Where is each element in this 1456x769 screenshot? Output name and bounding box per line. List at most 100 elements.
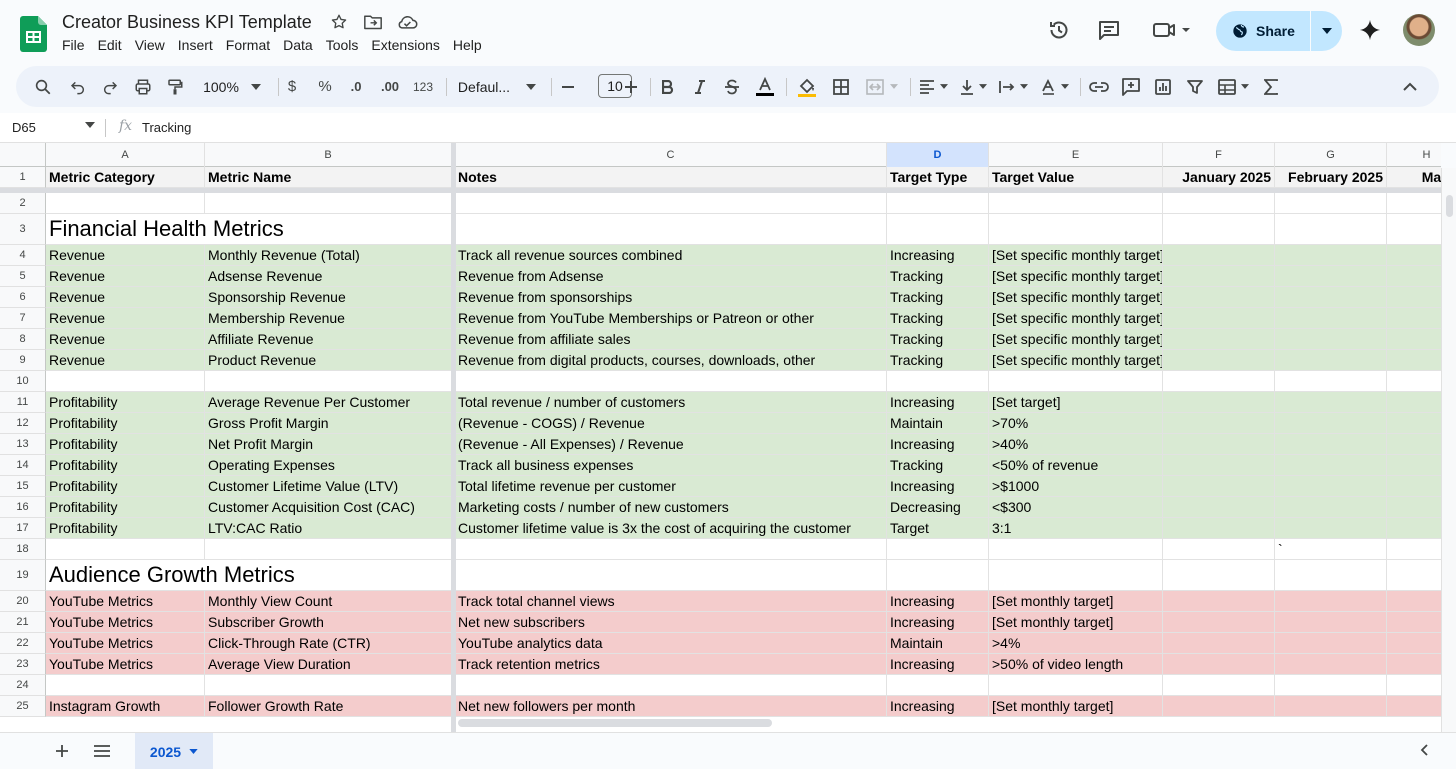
cell[interactable]: Track retention metrics <box>455 654 887 675</box>
cell[interactable]: Customer Acquisition Cost (CAC) <box>205 497 452 518</box>
cell[interactable] <box>46 371 205 392</box>
cell[interactable] <box>1163 591 1275 612</box>
cell[interactable]: <50% of revenue <box>989 455 1163 476</box>
cell[interactable] <box>1275 675 1387 696</box>
italic-icon[interactable] <box>690 66 710 107</box>
header-cell[interactable]: January 2025 <box>1163 167 1275 188</box>
header-cell[interactable]: Metric Category <box>46 167 205 188</box>
formula-input[interactable]: Tracking <box>142 120 191 135</box>
header-cell[interactable]: February 2025 <box>1275 167 1387 188</box>
cell[interactable] <box>1163 371 1275 392</box>
share-button[interactable]: Share <box>1216 11 1342 51</box>
cell[interactable] <box>1387 612 1441 633</box>
row-number[interactable]: 9 <box>0 350 46 371</box>
cell[interactable]: Revenue from digital products, courses, … <box>455 350 887 371</box>
row-number[interactable]: 24 <box>0 675 46 696</box>
cell[interactable]: Total revenue / number of customers <box>455 392 887 413</box>
column-header-f[interactable]: F <box>1163 143 1275 167</box>
cell[interactable]: Average View Duration <box>205 654 452 675</box>
cell[interactable] <box>1275 266 1387 287</box>
bold-icon[interactable] <box>658 66 678 107</box>
increase-decimal-button[interactable]: .00 <box>376 66 404 107</box>
cell[interactable] <box>1387 696 1441 717</box>
cell[interactable]: Tracking <box>887 329 989 350</box>
cell[interactable] <box>1163 696 1275 717</box>
functions-sigma-icon[interactable] <box>1260 66 1282 107</box>
cell[interactable] <box>455 371 887 392</box>
cell[interactable] <box>989 675 1163 696</box>
cell[interactable]: >40% <box>989 434 1163 455</box>
strikethrough-icon[interactable] <box>722 66 742 107</box>
row-number[interactable]: 2 <box>0 193 46 214</box>
cell[interactable] <box>1163 560 1275 591</box>
cell[interactable]: Revenue from Adsense <box>455 266 887 287</box>
cell[interactable]: Track total channel views <box>455 591 887 612</box>
row-number[interactable]: 14 <box>0 455 46 476</box>
document-title[interactable]: Creator Business KPI Template <box>62 12 312 33</box>
cell[interactable] <box>1387 675 1441 696</box>
redo-icon[interactable] <box>97 66 123 107</box>
cell[interactable]: YouTube Metrics <box>46 612 205 633</box>
cell[interactable]: Target <box>887 518 989 539</box>
cell[interactable] <box>455 560 887 591</box>
vertical-scrollbar[interactable] <box>1441 168 1456 732</box>
cell[interactable]: Increasing <box>887 434 989 455</box>
cell[interactable]: ` <box>1275 539 1387 560</box>
increase-font-size-icon[interactable] <box>622 66 640 107</box>
cell[interactable] <box>205 371 452 392</box>
frozen-row-divider[interactable] <box>0 188 1441 193</box>
cell[interactable] <box>1387 350 1441 371</box>
font-family-select[interactable]: Defaul... <box>456 66 538 107</box>
cell[interactable]: Affiliate Revenue <box>205 329 452 350</box>
column-header-e[interactable]: E <box>989 143 1163 167</box>
cell[interactable] <box>1387 193 1441 214</box>
cell[interactable] <box>887 675 989 696</box>
cell[interactable] <box>455 193 887 214</box>
row-number[interactable]: 25 <box>0 696 46 717</box>
cell[interactable] <box>205 675 452 696</box>
cell[interactable]: Revenue <box>46 266 205 287</box>
star-icon[interactable] <box>328 11 350 33</box>
cell[interactable]: Tracking <box>887 455 989 476</box>
header-cell[interactable]: Metric Name <box>205 167 452 188</box>
header-cell[interactable]: March <box>1387 167 1441 188</box>
collapse-menus-chevron-up-icon[interactable] <box>1399 66 1421 107</box>
cell[interactable]: Sponsorship Revenue <box>205 287 452 308</box>
cell[interactable]: Revenue <box>46 245 205 266</box>
cell[interactable] <box>1275 654 1387 675</box>
vertical-scroll-thumb[interactable] <box>1446 195 1453 217</box>
text-rotation-icon[interactable] <box>1036 66 1072 107</box>
cell[interactable] <box>1163 434 1275 455</box>
menu-format[interactable]: Format <box>226 37 276 53</box>
more-formats-button[interactable]: 123 <box>411 66 435 107</box>
menu-data[interactable]: Data <box>283 37 319 53</box>
cell[interactable]: Profitability <box>46 392 205 413</box>
cell[interactable] <box>1275 413 1387 434</box>
cell[interactable]: YouTube Metrics <box>46 654 205 675</box>
fill-color-icon[interactable] <box>796 66 818 107</box>
cell[interactable] <box>1163 392 1275 413</box>
add-sheet-plus-icon[interactable] <box>52 741 72 761</box>
cell[interactable]: Profitability <box>46 434 205 455</box>
cell[interactable]: Decreasing <box>887 497 989 518</box>
cell[interactable]: [Set specific monthly target] <box>989 329 1163 350</box>
cell[interactable] <box>989 193 1163 214</box>
cell[interactable]: Marketing costs / number of new customer… <box>455 497 887 518</box>
cell[interactable] <box>1163 675 1275 696</box>
cell[interactable]: >70% <box>989 413 1163 434</box>
cell[interactable]: [Set specific monthly target] <box>989 308 1163 329</box>
cell[interactable] <box>1275 591 1387 612</box>
cloud-status-icon[interactable] <box>396 11 418 33</box>
row-number[interactable]: 1 <box>0 167 46 188</box>
decrease-font-size-icon[interactable] <box>559 66 577 107</box>
menu-file[interactable]: File <box>62 37 91 53</box>
cell[interactable]: Revenue <box>46 329 205 350</box>
cell[interactable]: Increasing <box>887 654 989 675</box>
cell[interactable] <box>1387 539 1441 560</box>
cell[interactable]: Increasing <box>887 392 989 413</box>
account-avatar[interactable] <box>1403 14 1435 46</box>
menu-edit[interactable]: Edit <box>98 37 128 53</box>
cell[interactable] <box>1387 497 1441 518</box>
cell[interactable]: Tracking <box>887 308 989 329</box>
row-number[interactable]: 11 <box>0 392 46 413</box>
